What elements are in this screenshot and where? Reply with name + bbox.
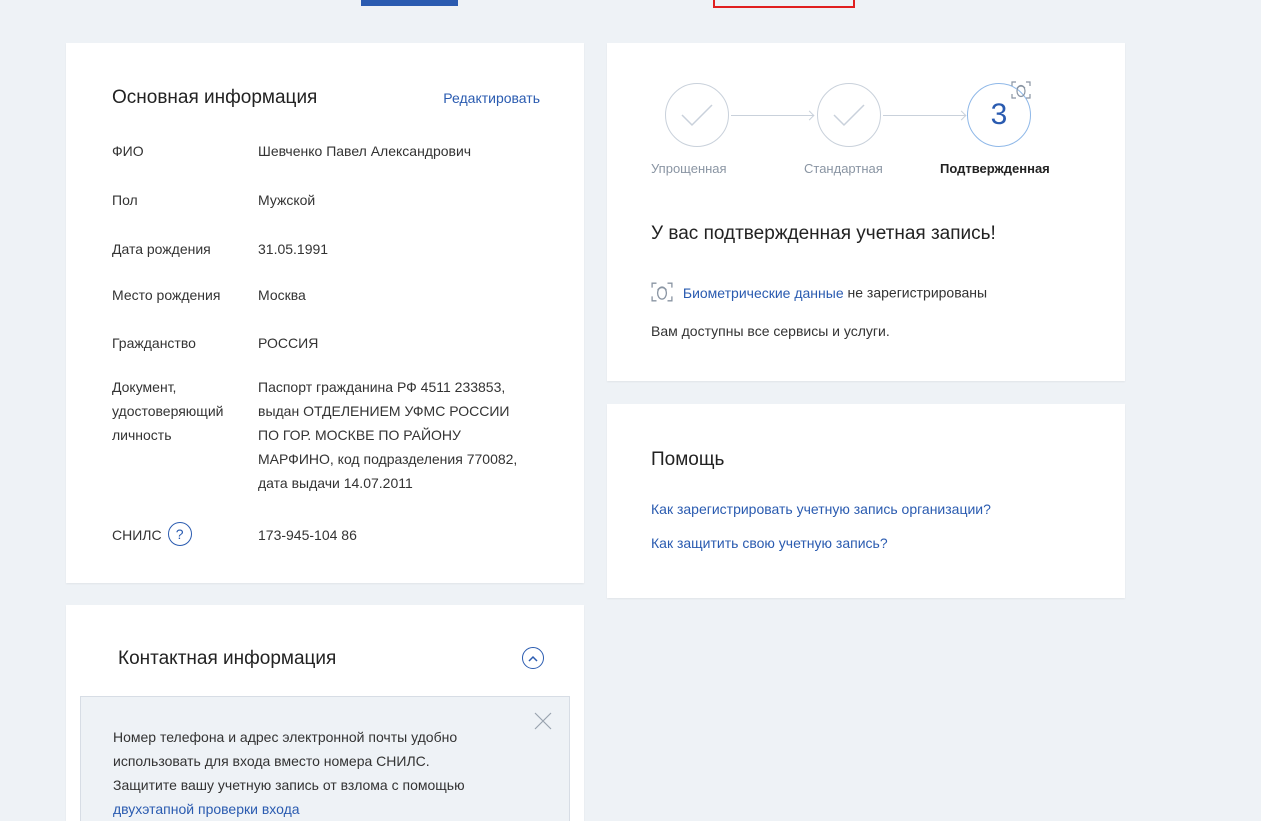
arrow-right-icon: [804, 110, 815, 121]
active-tab-indicator: [361, 0, 458, 6]
highlight-box: [713, 0, 855, 8]
basic-info-card: Основная информация Редактировать ФИО Ше…: [66, 43, 584, 583]
info-value: РОССИЯ: [258, 335, 319, 351]
step-label-confirmed: Подтвержденная: [940, 161, 1050, 176]
close-icon[interactable]: [533, 711, 553, 731]
chevron-up-icon: [528, 655, 538, 662]
info-label: СНИЛС?: [112, 522, 247, 548]
info-value: Москва: [258, 287, 306, 303]
face-scan-icon: [1011, 81, 1031, 99]
check-icon: [833, 104, 865, 127]
arrow-right-icon: [956, 110, 967, 121]
help-link-register-org[interactable]: Как зарегистрировать учетную запись орга…: [651, 501, 991, 517]
edit-link[interactable]: Редактировать: [443, 90, 540, 106]
step-connector: [883, 115, 965, 116]
info-value: 31.05.1991: [258, 241, 329, 257]
info-value: 173-945-104 86: [258, 527, 357, 543]
contact-info-title: Контактная информация: [118, 648, 337, 669]
info-label: Место рождения: [112, 287, 221, 303]
info-value: Мужской: [258, 192, 316, 208]
step-connector: [731, 115, 813, 116]
help-title: Помощь: [651, 449, 725, 470]
step-circle-simplified: [665, 83, 729, 147]
basic-info-title: Основная информация: [112, 87, 318, 108]
info-value: Паспорт гражданина РФ 4511 233853, выдан…: [258, 379, 518, 491]
question-icon[interactable]: ?: [167, 522, 192, 547]
contact-info-card: Контактная информация Номер телефона и а…: [66, 605, 584, 821]
step-label-simplified: Упрощенная: [651, 161, 727, 176]
step-label-standard: Стандартная: [804, 161, 883, 176]
info-label: Гражданство: [112, 335, 196, 351]
biometric-status: Биометрические данные не зарегистрирован…: [651, 282, 988, 305]
biometric-link[interactable]: Биометрические данные: [683, 285, 844, 301]
info-value: Шевченко Павел Александрович: [258, 143, 472, 159]
two-step-verification-link[interactable]: двухэтапной проверки входа: [113, 801, 300, 817]
check-icon: [681, 104, 713, 127]
services-available-text: Вам доступны все сервисы и услуги.: [651, 323, 890, 339]
step-number: 3: [990, 98, 1008, 131]
info-label: ФИО: [112, 143, 144, 159]
info-label: Пол: [112, 192, 138, 208]
face-scan-icon: [651, 282, 673, 302]
help-card: Помощь Как зарегистрировать учетную запи…: [607, 404, 1125, 598]
step-circle-standard: [817, 83, 881, 147]
collapse-button[interactable]: [522, 647, 544, 669]
help-link-protect-account[interactable]: Как защитить свою учетную запись?: [651, 535, 888, 551]
info-label: Дата рождения: [112, 241, 211, 257]
status-heading: У вас подтвержденная учетная запись!: [651, 223, 996, 244]
account-status-card: 3 Упрощенная Стандартная Подтвержденная …: [607, 43, 1125, 381]
info-label: Документ, удостоверяющий личность: [112, 379, 224, 443]
contact-notice: Номер телефона и адрес электронной почты…: [80, 696, 570, 821]
notice-text: Номер телефона и адрес электронной почты…: [113, 729, 465, 817]
biometric-status-text: не зарегистрированы: [847, 284, 988, 301]
